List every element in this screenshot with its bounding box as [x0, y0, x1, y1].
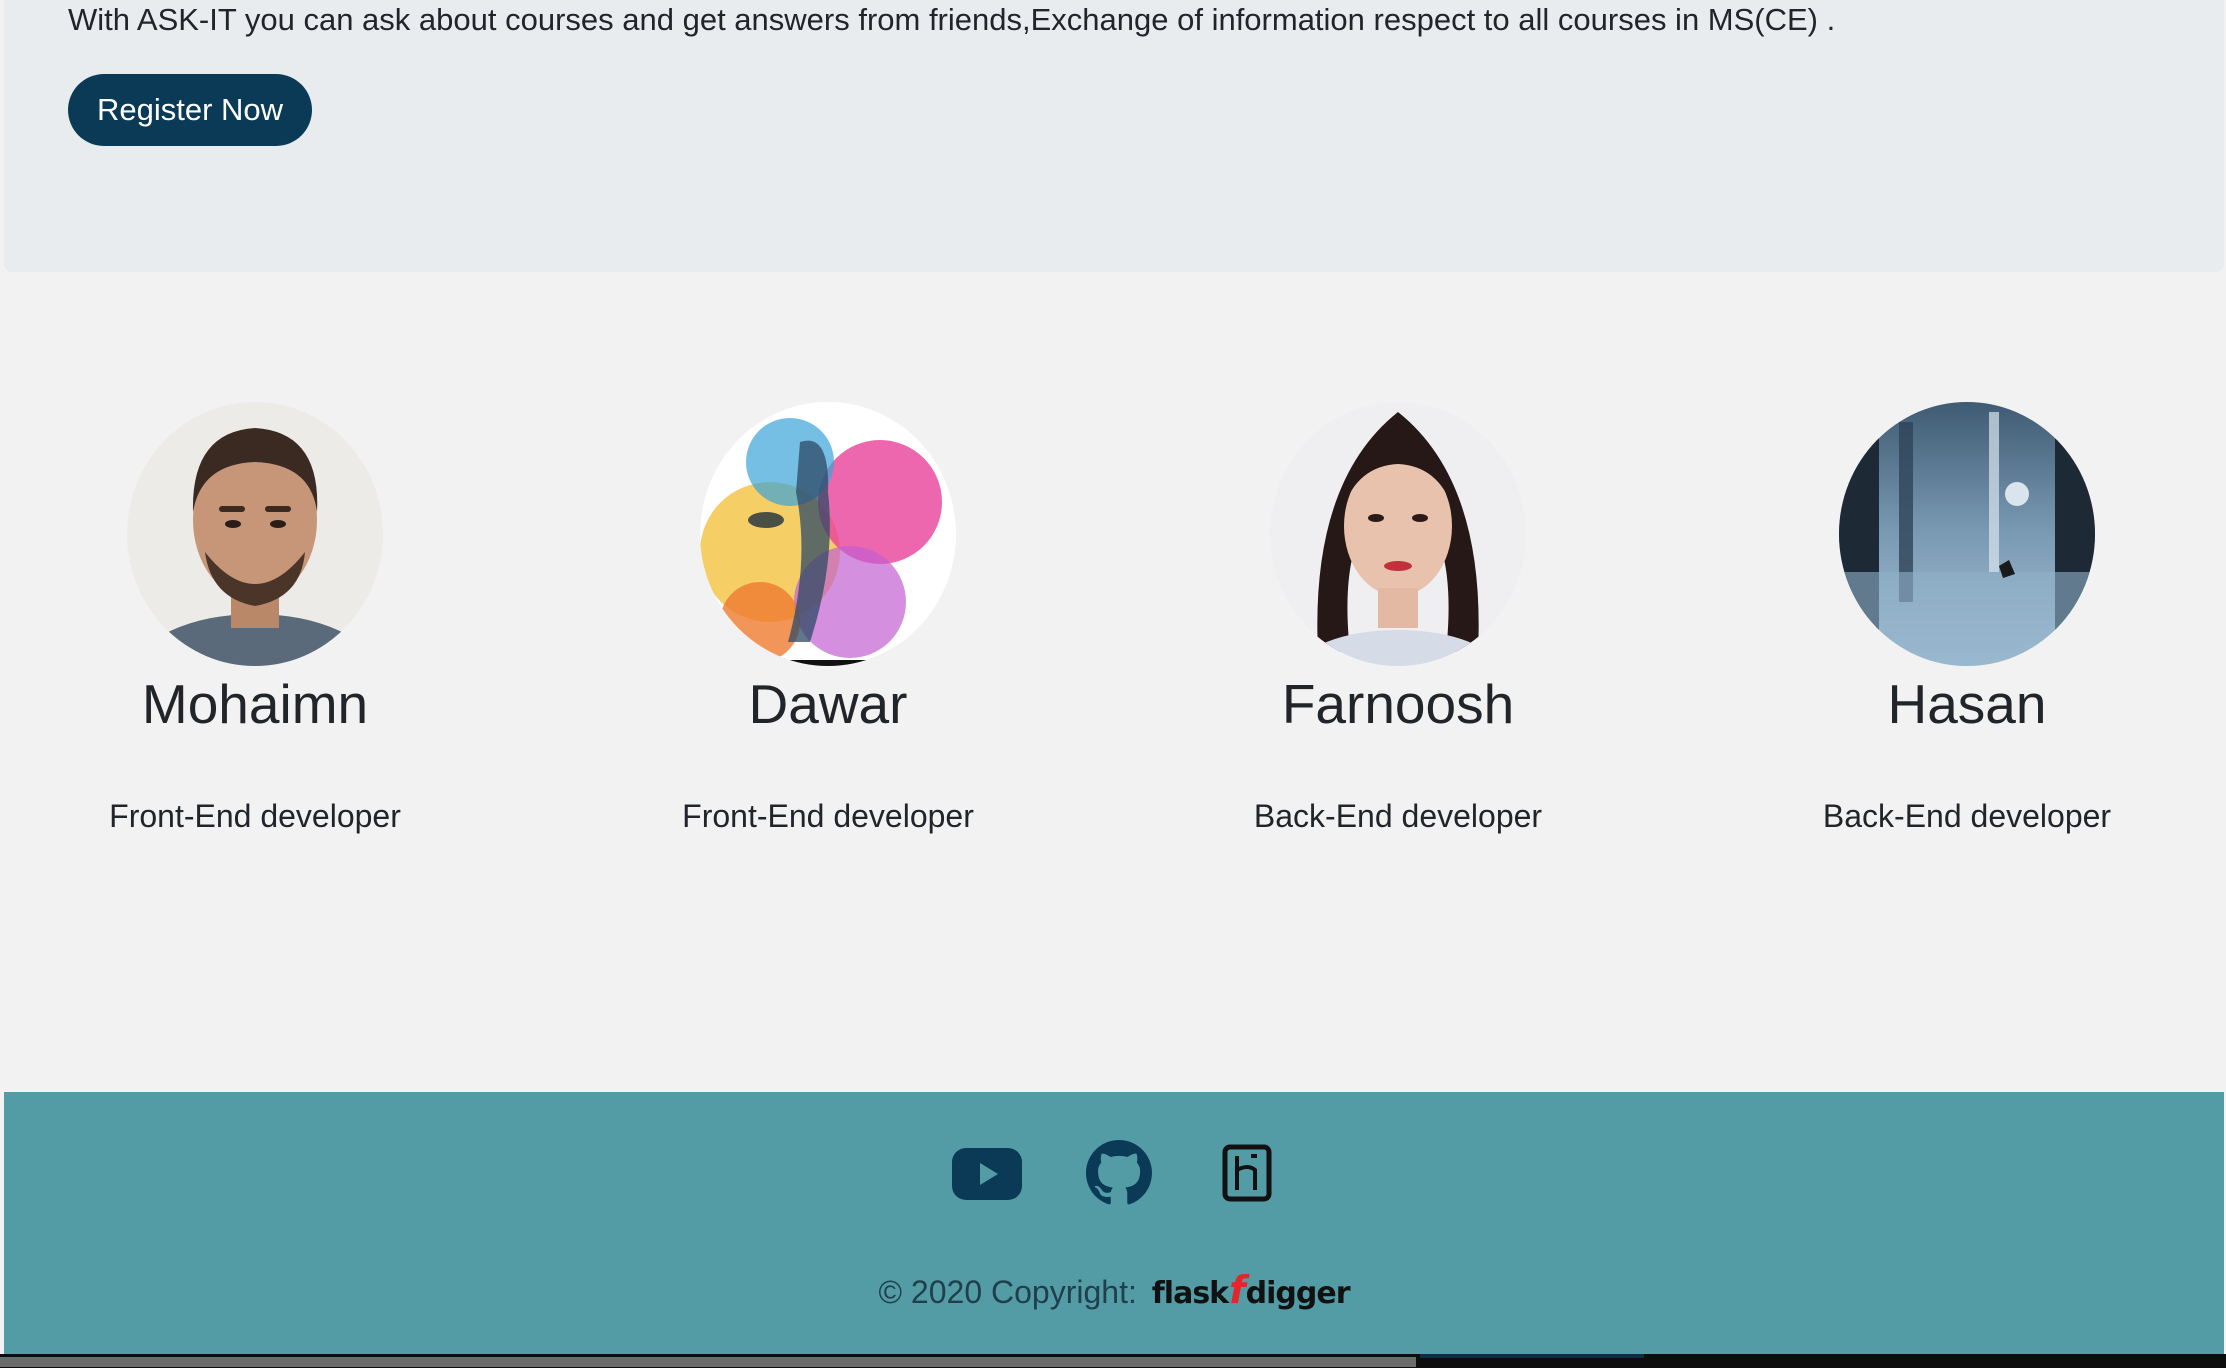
register-now-button[interactable]: Register Now	[68, 74, 312, 146]
team-member-card: Hasan Back-End developer	[1682, 402, 2226, 836]
member-name: Mohaimn	[141, 673, 369, 735]
team-member-card: Farnoosh Back-End developer	[1113, 402, 1683, 836]
youtube-icon[interactable]	[952, 1140, 1022, 1205]
horizontal-scrollbar	[0, 1354, 2226, 1368]
avatar	[700, 402, 956, 666]
member-role: Back-End developer	[1822, 798, 2112, 834]
hero-description: With ASK-IT you can ask about courses an…	[68, 2, 1836, 37]
github-icon[interactable]	[1086, 1140, 1152, 1211]
avatar	[127, 402, 383, 666]
scrollbar-thumb[interactable]	[0, 1357, 1416, 1367]
flaskdigger-logo[interactable]: flaskfdigger	[1151, 1270, 1351, 1311]
avatar	[1839, 402, 2095, 666]
team-member-card: Mohaimn Front-End developer	[0, 402, 540, 836]
scrollbar-accent	[1420, 1354, 1644, 1358]
member-role: Front-End developer	[682, 798, 974, 834]
member-role: Front-End developer	[109, 798, 401, 834]
team-member-card: Dawar Front-End developer	[543, 402, 1113, 836]
brand-name-part2: digger	[1245, 1276, 1351, 1311]
member-name: Hasan	[1887, 673, 2047, 735]
hero-section: With ASK-IT you can ask about courses an…	[4, 0, 2224, 272]
brand-mark: f	[1229, 1268, 1246, 1312]
member-role: Back-End developer	[1253, 798, 1543, 834]
copyright: © 2020 Copyright: flaskfdigger	[4, 1270, 2224, 1314]
brand-name-part1: flask	[1151, 1276, 1229, 1311]
heroku-icon[interactable]	[1222, 1140, 1272, 1207]
member-name: Dawar	[748, 673, 908, 735]
avatar	[1270, 402, 1526, 666]
social-links	[4, 1140, 2224, 1210]
team-section: Mohaimn Front-End developer Dawar Front-…	[0, 272, 2226, 1092]
member-name: Farnoosh	[1281, 673, 1515, 735]
copyright-text: © 2020 Copyright:	[878, 1274, 1137, 1310]
footer: © 2020 Copyright: flaskfdigger	[4, 1092, 2224, 1354]
